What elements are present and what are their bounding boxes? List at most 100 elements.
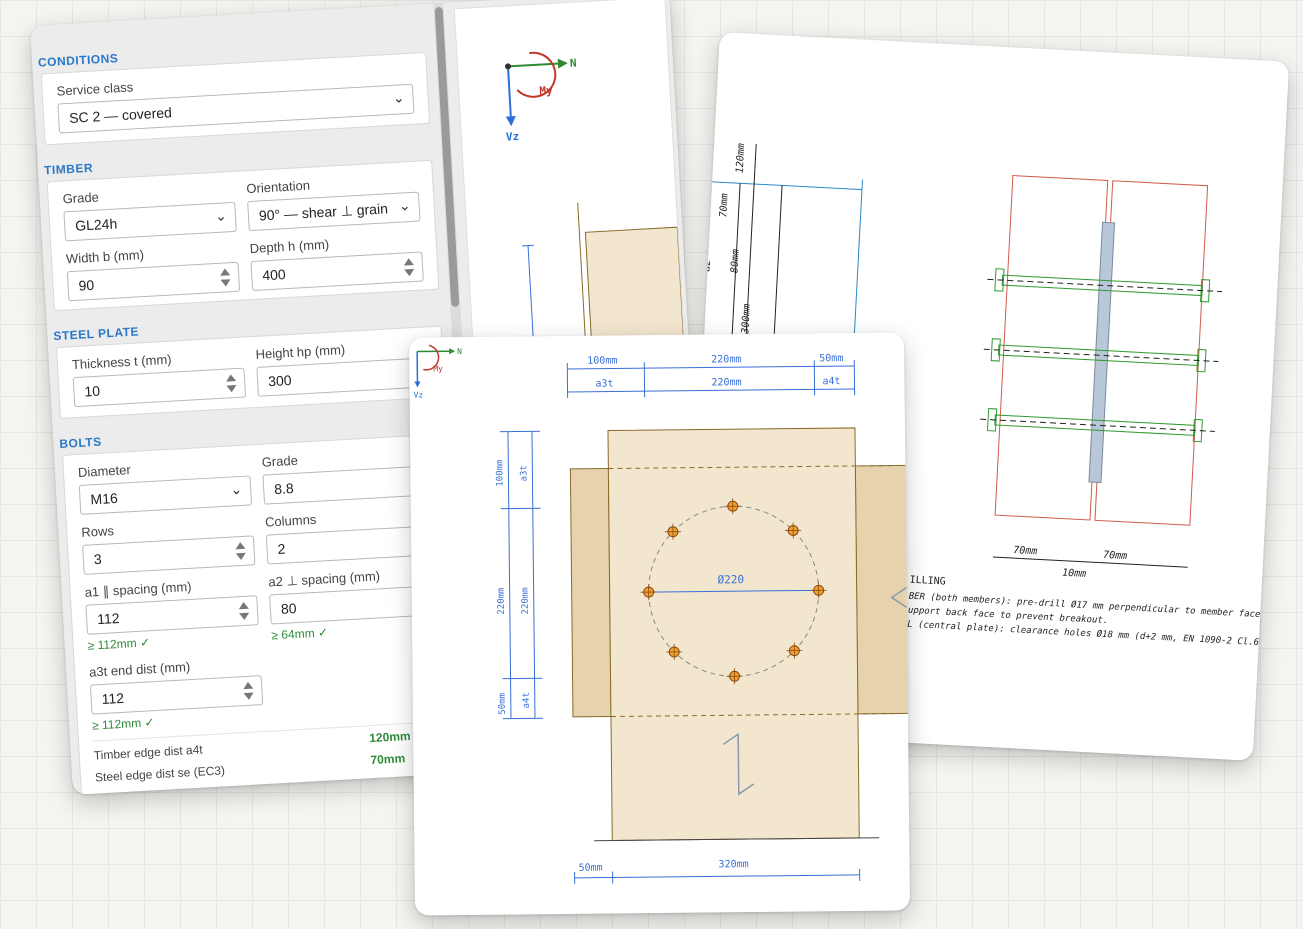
- plate-height-input[interactable]: 300: [256, 357, 430, 397]
- width-label: Width b (mm): [65, 247, 145, 267]
- bottom-dim-320: 320mm: [718, 859, 748, 870]
- bottom-dim-50: 50mm: [578, 863, 602, 874]
- thickness-value: 10: [84, 382, 101, 400]
- axis-my-label: My: [539, 84, 553, 98]
- front-drawing-card: N Vz My 100mm 220mm 50mm a3t 220mm a4t Ø…: [408, 332, 911, 916]
- side-dim-300: 300mm: [740, 303, 753, 335]
- timber-grade-label: Grade: [62, 189, 100, 207]
- thickness-input[interactable]: 10: [72, 367, 247, 408]
- stepper-icon[interactable]: [238, 602, 249, 621]
- a2-spacing-label: a2 ⊥ spacing (mm): [267, 568, 381, 590]
- bolt-grade-label: Grade: [261, 452, 299, 470]
- section-steel-plate-title: STEEL PLATE: [52, 324, 140, 344]
- depth-label: Depth h (mm): [249, 236, 330, 257]
- side-dim-70: 70mm: [718, 193, 730, 218]
- plate-height-value: 300: [267, 371, 292, 390]
- side-bottom-dim-3: 10mm: [1062, 568, 1087, 580]
- member-right-line: [853, 179, 863, 340]
- side-member-left: [569, 468, 612, 718]
- axis-n-line: [507, 62, 558, 68]
- side-dim-a2: a2: [701, 259, 713, 272]
- mini-axis-vz-label: Vz: [414, 390, 424, 399]
- rows-label: Rows: [80, 523, 115, 540]
- side-bottom-dim-1: 70mm: [1013, 545, 1038, 557]
- top-dim-a3t: a3t: [595, 378, 613, 389]
- front-view-drawing: N Vz My 100mm 220mm 50mm a3t 220mm a4t Ø…: [414, 344, 911, 884]
- axis-origin: [504, 63, 511, 70]
- orientation-label: Orientation: [245, 177, 311, 197]
- stepper-icon[interactable]: [226, 374, 237, 393]
- top-dim-220b: 220mm: [711, 377, 741, 388]
- bolts-group: Diameter M16 ⌄ Grade 8.8 Rows 3 Columns …: [61, 433, 467, 795]
- section-conditions-title: CONDITIONS: [37, 51, 119, 70]
- stepper-icon[interactable]: [404, 258, 415, 277]
- a3t-value: 112: [101, 689, 125, 708]
- top-dim-50: 50mm: [819, 353, 843, 364]
- axis-n-label: N: [570, 57, 577, 70]
- orientation-select[interactable]: 90° — shear ⊥ grain ⌄: [247, 191, 421, 232]
- depth-value: 400: [261, 266, 287, 284]
- notes-title: ILLING: [909, 575, 946, 588]
- a2-spacing-hint: ≥ 64mm ✓: [271, 625, 329, 643]
- main-timber-member: [607, 427, 860, 842]
- bottom-dim-line: [992, 556, 1188, 568]
- a3t-label: a3t end dist (mm): [88, 659, 191, 680]
- width-value: 90: [78, 276, 95, 294]
- top-dim-a4t: a4t: [822, 376, 840, 387]
- a2-spacing-value: 80: [280, 600, 297, 617]
- columns-label: Columns: [264, 511, 317, 530]
- left-dim-220b: 220mm: [521, 587, 531, 614]
- a1-spacing-value: 112: [96, 609, 120, 628]
- axis-vz-line: [507, 66, 512, 117]
- width-input[interactable]: 90: [66, 261, 241, 302]
- mini-axis-vz-arrow: [414, 381, 421, 388]
- a4t-readout-label: Timber edge dist a4t: [93, 742, 203, 763]
- section-bolts-title: BOLTS: [58, 434, 102, 452]
- diameter-label: Ø220: [717, 573, 744, 586]
- left-dim-220: 220mm: [497, 588, 507, 615]
- orientation-value: 90° — shear ⊥ grain: [258, 200, 389, 224]
- chevron-down-icon: ⌄: [398, 197, 412, 214]
- timber-grade-select[interactable]: GL24h ⌄: [63, 201, 237, 242]
- timber-group: Grade GL24h ⌄ Orientation 90° — shear ⊥ …: [46, 159, 440, 312]
- mini-axis-n-arrow: [449, 348, 456, 355]
- bolt-diameter-select[interactable]: M16 ⌄: [78, 475, 253, 515]
- bolt-diameter-label: Diameter: [77, 462, 132, 481]
- left-dim-a4t: a4t: [522, 692, 532, 708]
- stepper-icon[interactable]: [243, 682, 254, 701]
- axis-n-arrow: [557, 58, 568, 69]
- side-dim-80: 80mm: [729, 249, 741, 274]
- sketch-dim-tick: [522, 244, 535, 247]
- form-column: CONDITIONS Service class SC 2 — covered …: [30, 4, 472, 795]
- mini-axis-my-label: My: [433, 364, 443, 373]
- left-dim-100: 100mm: [495, 460, 505, 487]
- stepper-icon[interactable]: [235, 542, 246, 561]
- a3t-input[interactable]: 112: [89, 675, 264, 715]
- top-dim-100: 100mm: [587, 355, 617, 366]
- side-member-right: [854, 464, 911, 715]
- chevron-down-icon: ⌄: [230, 480, 243, 498]
- a3t-hint: ≥ 112mm ✓: [91, 715, 155, 733]
- a1-spacing-hint: ≥ 112mm ✓: [87, 635, 151, 653]
- depth-input[interactable]: 400: [250, 251, 424, 292]
- member-inner-line: [772, 185, 783, 356]
- top-dim-220: 220mm: [711, 354, 741, 365]
- rows-value: 3: [93, 550, 103, 568]
- axis-vz-label: Vz: [506, 130, 520, 144]
- mini-axis-n-label: N: [457, 347, 462, 356]
- columns-value: 2: [277, 540, 286, 557]
- chevron-down-icon: ⌄: [392, 89, 406, 106]
- section-timber-title: TIMBER: [43, 160, 94, 178]
- service-class-value: SC 2 — covered: [68, 104, 173, 126]
- stepper-icon[interactable]: [220, 268, 231, 287]
- left-dim-50: 50mm: [498, 693, 508, 715]
- plate-height-label: Height hp (mm): [255, 341, 346, 362]
- chevron-down-icon: ⌄: [214, 207, 228, 224]
- a1-spacing-label: a1 ∥ spacing (mm): [84, 578, 192, 600]
- timber-grade-value: GL24h: [74, 215, 118, 234]
- se-readout-value: 70mm: [370, 751, 406, 768]
- rows-input[interactable]: 3: [82, 535, 256, 575]
- a1-spacing-input[interactable]: 112: [85, 595, 259, 635]
- thickness-label: Thickness t (mm): [71, 351, 172, 373]
- steel-plate-section: [1088, 221, 1116, 484]
